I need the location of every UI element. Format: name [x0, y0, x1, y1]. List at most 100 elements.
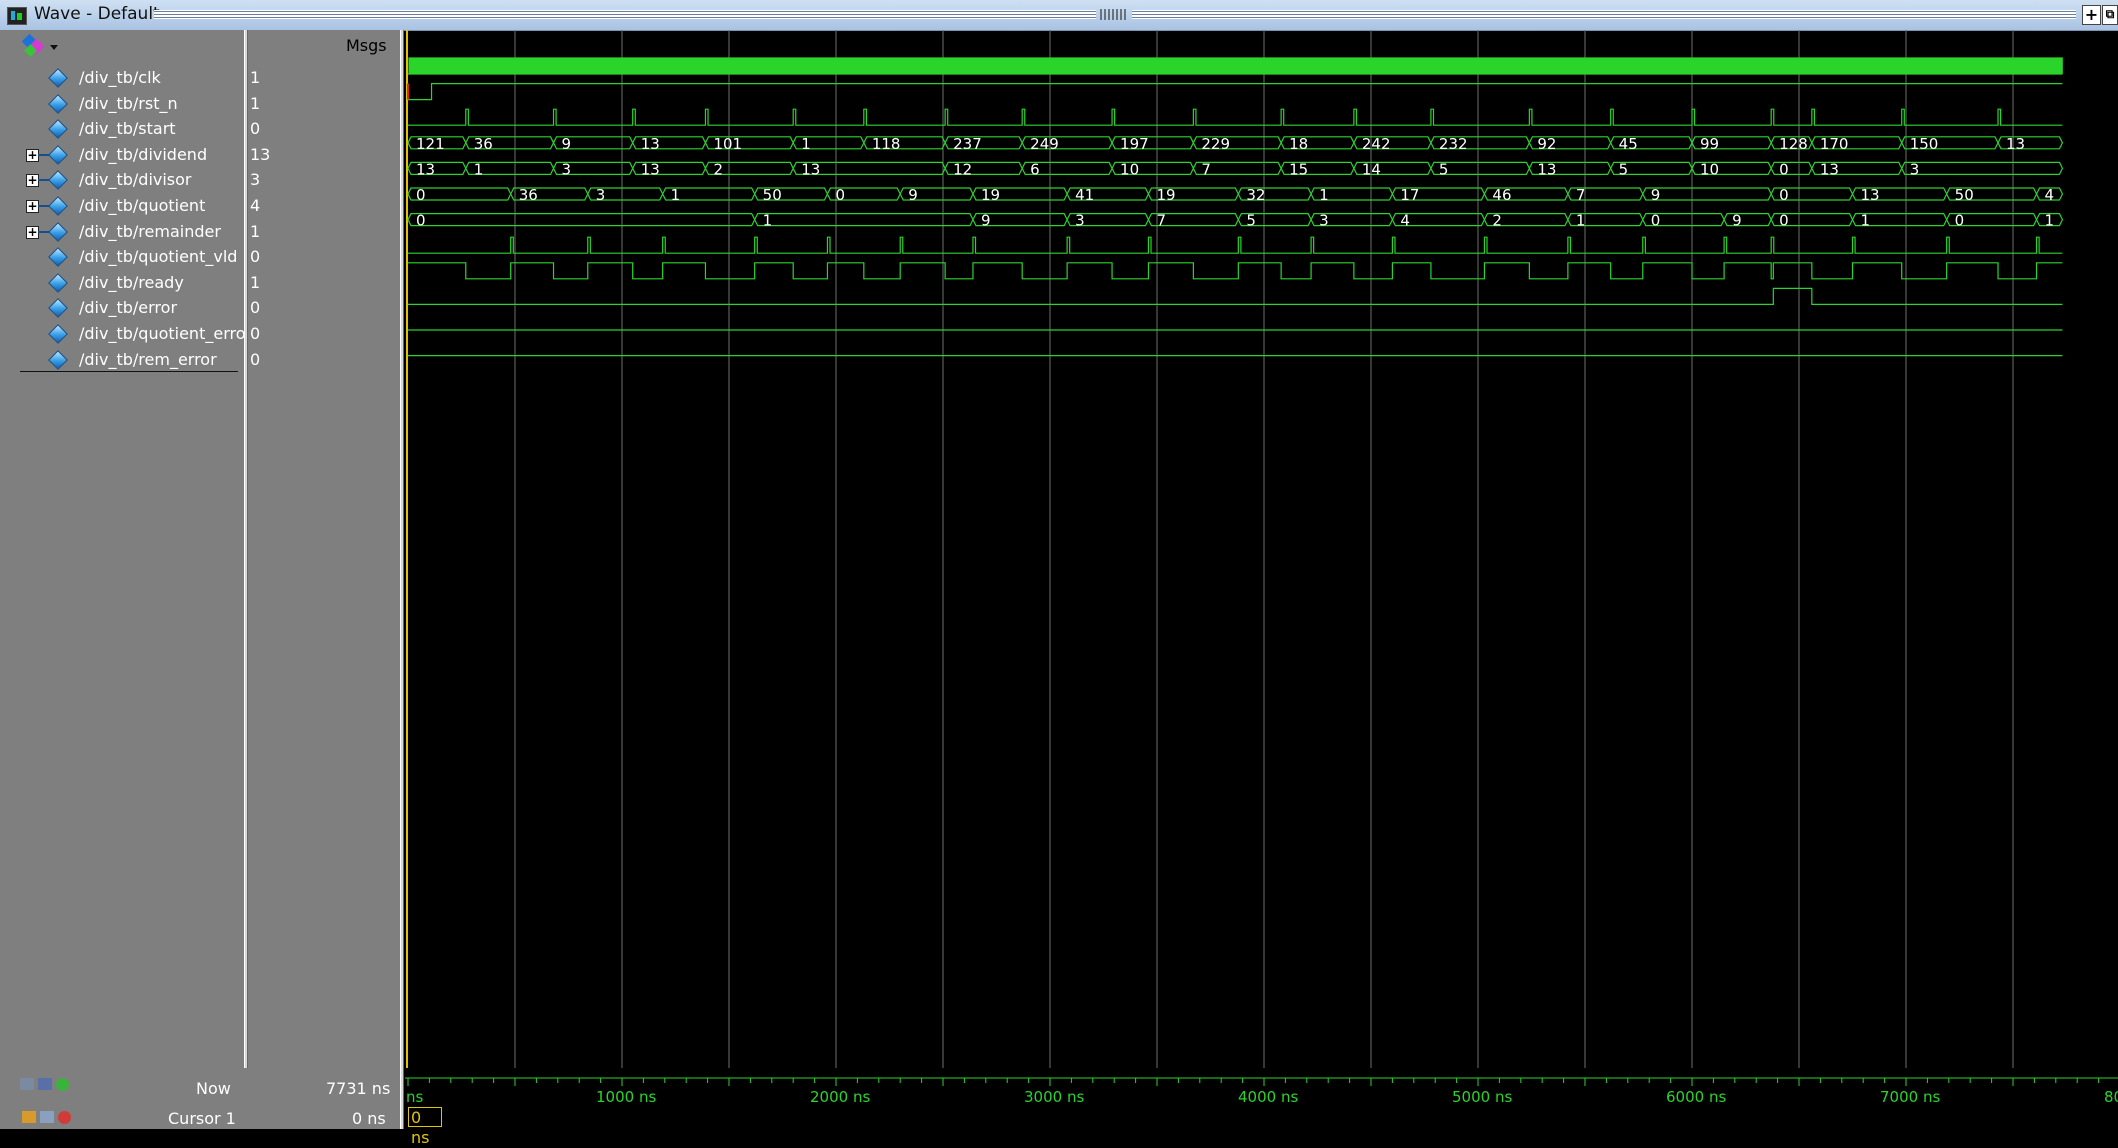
divisor-segment [1770, 161, 1813, 175]
divisor-value: 3 [1910, 160, 1920, 178]
footer-left: Now 7731 ns Cursor 1 0 ns [0, 1068, 400, 1129]
signal-name: /div_tb/ready [79, 272, 184, 292]
signal-icon [48, 247, 68, 268]
dividend-value: 229 [1201, 135, 1230, 153]
signal-name: /div_tb/error [79, 298, 178, 318]
divisor-value: 14 [1362, 160, 1381, 178]
signal-name-pane[interactable]: /div_tb/clk/div_tb/rst_n/div_tb/start +/d… [0, 62, 252, 1068]
signal-name: /div_tb/clk [79, 68, 161, 87]
ruler-tick-label: 6000 ns [1666, 1088, 1726, 1106]
ready-wave [408, 262, 2063, 280]
dividend-value: 197 [1120, 135, 1149, 153]
quotient-vld-wave [408, 236, 2063, 254]
delete-cursor-icon[interactable] [58, 1111, 71, 1124]
divisor-value: 15 [1289, 160, 1308, 178]
add-cursor-icon[interactable] [56, 1078, 69, 1091]
divisor-segment [1901, 161, 2064, 175]
remainder-value: 4 [1400, 212, 1410, 230]
dividend-value: 13 [641, 135, 660, 153]
plus-icon[interactable]: + [2082, 5, 2101, 25]
insert-cursor-icon[interactable] [38, 1078, 52, 1090]
signal-row[interactable]: /div_tb/clk [0, 66, 244, 90]
clk-wave [408, 57, 2063, 75]
divisor-value: 1 [474, 160, 484, 178]
dividend-value: 1 [801, 135, 811, 153]
signal-row[interactable]: /div_tb/rem_error [0, 348, 244, 372]
signal-name: /div_tb/quotient_vld [79, 247, 238, 267]
chevron-down-icon[interactable] [50, 45, 58, 50]
quotient-value: 36 [519, 186, 538, 204]
dividend-value: 170 [1820, 135, 1849, 153]
signal-row[interactable]: /div_tb/ready [0, 271, 244, 295]
signal-row[interactable]: /div_tb/quotient_vld [0, 245, 244, 269]
signal-row[interactable]: +/div_tb/divisor [0, 168, 244, 192]
dividend-value: 150 [1910, 135, 1939, 153]
pane-splitter[interactable] [244, 30, 248, 1129]
signal-name: /div_tb/rst_n [79, 93, 178, 113]
signal-icon [48, 93, 68, 114]
quotient-value: 17 [1400, 186, 1419, 204]
signal-row[interactable]: /div_tb/error [0, 296, 244, 320]
signal-icon [48, 298, 68, 319]
quotient-value: 7 [1576, 186, 1586, 204]
quotient-value: 9 [908, 186, 918, 204]
remainder-value: 0 [1779, 212, 1789, 230]
remainder-segment [407, 213, 756, 227]
signal-icon [48, 221, 68, 242]
lock-icon[interactable] [22, 1111, 36, 1123]
quotient-value: 4 [2045, 186, 2055, 204]
divisor-value: 3 [562, 160, 572, 178]
dividend-value: 232 [1439, 135, 1468, 153]
divisor-value: 13 [1537, 160, 1556, 178]
quotient-value: 0 [416, 186, 426, 204]
divisor-value: 10 [1120, 160, 1139, 178]
dividend-value: 9 [562, 135, 572, 153]
signal-value: 0 [250, 324, 261, 343]
waveform-canvas[interactable]: 121 36 9 13 101 1 118 237 249 197 229 18 242 232 92 45 9… [404, 30, 2118, 1068]
signal-row[interactable]: +/div_tb/dividend [0, 143, 244, 167]
signal-icon [48, 272, 68, 293]
undock-icon[interactable]: ⧉ [2102, 5, 2118, 25]
remainder-value: 0 [416, 212, 426, 230]
signal-value: 0 [250, 298, 261, 318]
dividend-value: 128 [1779, 135, 1808, 153]
dividend-value: 45 [1619, 135, 1638, 153]
signal-value-pane[interactable]: 1 1 0 13 3 4 1 0 1 0 0 0 [248, 62, 400, 1068]
dividend-value: 36 [474, 135, 493, 153]
signal-row[interactable]: /div_tb/quotient_error [0, 322, 252, 346]
signal-row[interactable]: +/div_tb/remainder [0, 220, 244, 244]
signal-icon [48, 144, 68, 165]
remainder-value: 7 [1156, 212, 1166, 230]
divisor-value: 10 [1700, 160, 1719, 178]
divisor-value: 13 [801, 160, 820, 178]
signal-value: 1 [250, 221, 261, 241]
window-titlebar: Wave - Default + ⧉ [0, 0, 2118, 31]
wave-format-icon[interactable] [21, 33, 45, 57]
quotient-value: 19 [981, 186, 1000, 204]
msgs-column-label: Msgs [346, 36, 387, 55]
time-ruler[interactable]: ns 1000 ns 2000 ns 3000 ns 4000 ns 5000 ns 600… [405, 1068, 2118, 1129]
add-wave-icon[interactable] [20, 1078, 34, 1090]
ruler-tick-label: 3000 ns [1024, 1088, 1084, 1106]
quotient-value: 9 [1651, 186, 1661, 204]
edit-cursor-icon[interactable] [40, 1111, 54, 1123]
signal-name: /div_tb/rem_error [79, 349, 217, 369]
drag-handle[interactable] [1100, 9, 1128, 20]
divisor-value: 13 [416, 160, 435, 178]
wave-app-icon [7, 7, 27, 25]
window-title: Wave - Default [34, 4, 160, 24]
divisor-value: 5 [1439, 160, 1449, 178]
signal-name: /div_tb/divisor [79, 170, 192, 190]
signal-row[interactable]: /div_tb/start [0, 117, 244, 141]
now-value: 7731 ns [326, 1079, 391, 1098]
signal-row[interactable]: +/div_tb/quotient [0, 194, 244, 218]
signal-row[interactable]: /div_tb/rst_n [0, 92, 244, 116]
cursor-time-marker[interactable]: 0 ns [408, 1107, 442, 1147]
pane-header [0, 30, 400, 62]
divisor-value: 12 [953, 160, 972, 178]
quotient-value: 1 [1319, 186, 1329, 204]
divisor-value: 6 [1030, 160, 1040, 178]
signal-icon [48, 68, 68, 88]
ruler-tick-label: 2000 ns [810, 1088, 870, 1106]
quotient-value: 3 [596, 186, 606, 204]
